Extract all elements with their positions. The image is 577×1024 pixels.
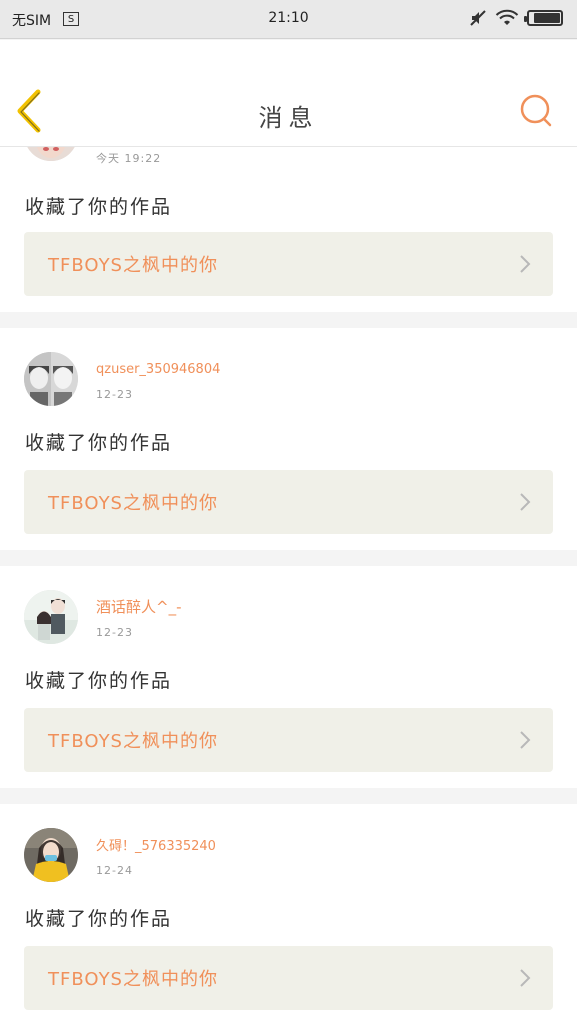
work-link[interactable]: TFBOYS之枫中的你 bbox=[24, 470, 553, 534]
avatar[interactable] bbox=[24, 828, 78, 882]
search-button[interactable] bbox=[519, 93, 555, 129]
message-list[interactable]: 今天 19:22 收藏了你的作品 TFBOYS之枫中的你 qzuser_3509… bbox=[0, 147, 577, 1024]
page-title: 消息 bbox=[258, 104, 319, 132]
message-action: 收藏了你的作品 bbox=[25, 432, 173, 454]
work-link[interactable]: TFBOYS之枫中的你 bbox=[24, 232, 553, 296]
message-card: qzuser_350946804 12-23 收藏了你的作品 TFBOYS之枫中… bbox=[0, 328, 577, 550]
message-time: 12-23 bbox=[96, 626, 133, 639]
work-link[interactable]: TFBOYS之枫中的你 bbox=[24, 708, 553, 772]
username[interactable]: qzuser_350946804 bbox=[96, 362, 220, 377]
avatar[interactable] bbox=[24, 147, 78, 161]
work-title: TFBOYS之枫中的你 bbox=[48, 969, 218, 990]
mute-icon bbox=[470, 10, 486, 26]
app-header: 消息 bbox=[0, 40, 577, 147]
chevron-right-icon bbox=[520, 493, 531, 511]
message-time: 12-24 bbox=[96, 864, 133, 877]
work-title: TFBOYS之枫中的你 bbox=[48, 731, 218, 752]
message-time: 12-23 bbox=[96, 388, 133, 401]
message-card: 久碍！_576335240 12-24 收藏了你的作品 TFBOYS之枫中的你 bbox=[0, 804, 577, 1024]
chevron-right-icon bbox=[520, 255, 531, 273]
work-title: TFBOYS之枫中的你 bbox=[48, 255, 218, 276]
avatar[interactable] bbox=[24, 352, 78, 406]
message-action: 收藏了你的作品 bbox=[25, 670, 173, 692]
chevron-right-icon bbox=[520, 731, 531, 749]
message-time: 今天 19:22 bbox=[96, 152, 162, 165]
message-action: 收藏了你的作品 bbox=[25, 196, 173, 218]
battery-icon bbox=[524, 10, 563, 26]
search-icon bbox=[520, 94, 552, 127]
work-title: TFBOYS之枫中的你 bbox=[48, 493, 218, 514]
status-right bbox=[469, 9, 563, 27]
status-bar: 无SIM S 21:10 bbox=[0, 0, 577, 39]
chevron-right-icon bbox=[520, 969, 531, 987]
message-card: 今天 19:22 收藏了你的作品 TFBOYS之枫中的你 bbox=[0, 147, 577, 312]
username[interactable]: 久碍！_576335240 bbox=[96, 835, 216, 854]
wifi-icon bbox=[495, 9, 519, 25]
message-card: 酒话醉人^_- 12-23 收藏了你的作品 TFBOYS之枫中的你 bbox=[0, 566, 577, 788]
message-action: 收藏了你的作品 bbox=[25, 908, 173, 930]
avatar[interactable] bbox=[24, 590, 78, 644]
work-link[interactable]: TFBOYS之枫中的你 bbox=[24, 946, 553, 1010]
username[interactable]: 酒话醉人^_- bbox=[96, 596, 181, 617]
